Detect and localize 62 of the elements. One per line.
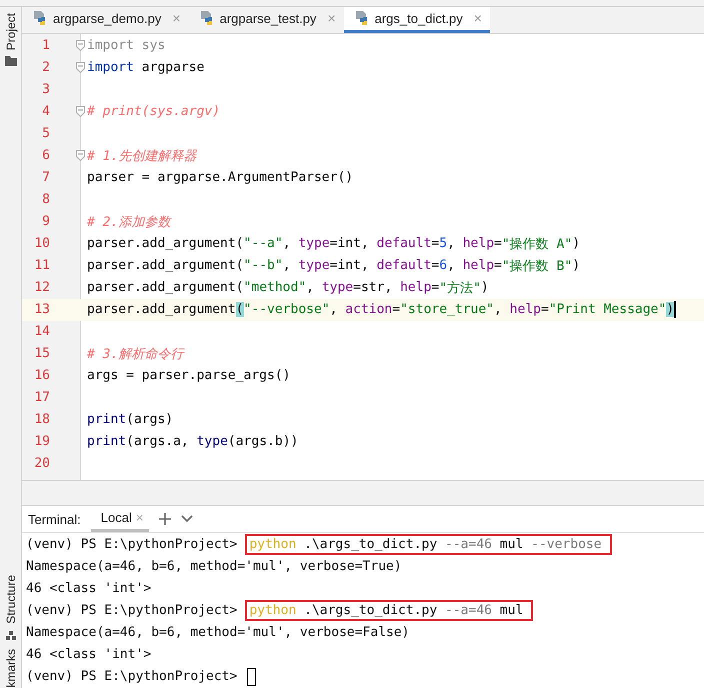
terminal-prompt: (venv) PS E:\pythonProject> <box>26 603 238 618</box>
code-line: # 1.先创建解释器 <box>87 148 196 165</box>
terminal-prompt: (venv) PS E:\pythonProject> <box>26 537 238 552</box>
code-line: import argparse <box>87 60 204 76</box>
code-line: parser.add_argument("--verbose", action="store_true", help="Print Message") <box>87 301 676 318</box>
python-file-icon <box>198 10 215 26</box>
python-file-icon <box>32 10 48 26</box>
line-number: 12 <box>33 280 50 296</box>
folder-icon[interactable] <box>4 56 16 66</box>
line-number: 18 <box>33 412 50 428</box>
code-line: # 2.添加参数 <box>87 214 170 231</box>
tool-window-button[interactable]: Structure <box>4 574 18 624</box>
line-number: 10 <box>33 236 50 252</box>
line-number: 19 <box>33 434 50 450</box>
line-number: 20 <box>33 456 50 472</box>
fold-icon[interactable] <box>76 40 85 52</box>
fold-icon[interactable] <box>76 150 85 162</box>
code-line: parser.add_argument("method", type=str, help="方法") <box>87 279 489 297</box>
line-number: 6 <box>41 148 50 164</box>
code-line: parser.add_argument("--b", type=int, default=6, help="操作数 B") <box>87 257 580 275</box>
line-number: 13 <box>33 302 50 318</box>
line-number: 14 <box>33 324 50 340</box>
code-line: print(args.a, type(args.b)) <box>87 434 298 450</box>
terminal-tab[interactable]: Local × <box>90 506 150 532</box>
line-number: 11 <box>33 258 50 274</box>
line-number: 2 <box>41 60 50 76</box>
chevron-down-icon[interactable] <box>181 515 194 524</box>
line-number: 5 <box>41 126 50 142</box>
code-line: import sys <box>87 38 166 54</box>
file-tab[interactable]: argparse_test.py × <box>188 7 344 33</box>
file-tab[interactable]: argparse_demo.py × <box>22 7 189 33</box>
line-number: 4 <box>41 104 50 120</box>
line-number: 16 <box>33 368 50 384</box>
python-file-icon <box>354 10 370 26</box>
terminal-prompt: (venv) PS E:\pythonProject> <box>26 669 238 684</box>
code-line: # 3.解析命令行 <box>87 346 184 363</box>
code-line: args = parser.parse_args() <box>87 368 290 384</box>
fold-icon[interactable] <box>76 62 85 74</box>
terminal-title: Terminal: <box>28 512 81 527</box>
terminal-output: Namespace(a=46, b=6, method='mul', verbose=False) <box>26 625 410 640</box>
terminal-output: Namespace(a=46, b=6, method='mul', verbose=True) <box>26 559 402 574</box>
add-icon[interactable] <box>159 513 172 526</box>
structure-icon[interactable] <box>6 631 16 642</box>
tool-window-button[interactable]: kmarks <box>4 649 18 688</box>
highlighted-command: python .\args_to_dict.py --a=46 mul --verbose <box>245 534 612 556</box>
file-tab[interactable]: args_to_dict.py × <box>344 7 490 33</box>
line-number: 9 <box>41 214 50 230</box>
code-line: print(args) <box>87 412 174 428</box>
code-line: parser.add_argument("--a", type=int, default=5, help="操作数 A") <box>87 235 580 253</box>
highlighted-command: python .\args_to_dict.py --a=46 mul <box>245 600 534 622</box>
line-number: 17 <box>33 390 50 406</box>
code-line: parser = argparse.ArgumentParser() <box>87 170 354 186</box>
terminal-output: 46 <class 'int'> <box>26 581 152 596</box>
line-number: 3 <box>41 82 50 98</box>
line-number: 7 <box>41 170 50 186</box>
line-number: 8 <box>41 192 50 208</box>
fold-icon[interactable] <box>76 106 85 118</box>
terminal-output: 46 <class 'int'> <box>26 647 152 662</box>
line-number: 15 <box>33 346 50 362</box>
tool-window-button[interactable]: Project <box>4 13 18 50</box>
line-number: 1 <box>41 38 50 54</box>
code-line: # print(sys.argv) <box>87 104 220 120</box>
